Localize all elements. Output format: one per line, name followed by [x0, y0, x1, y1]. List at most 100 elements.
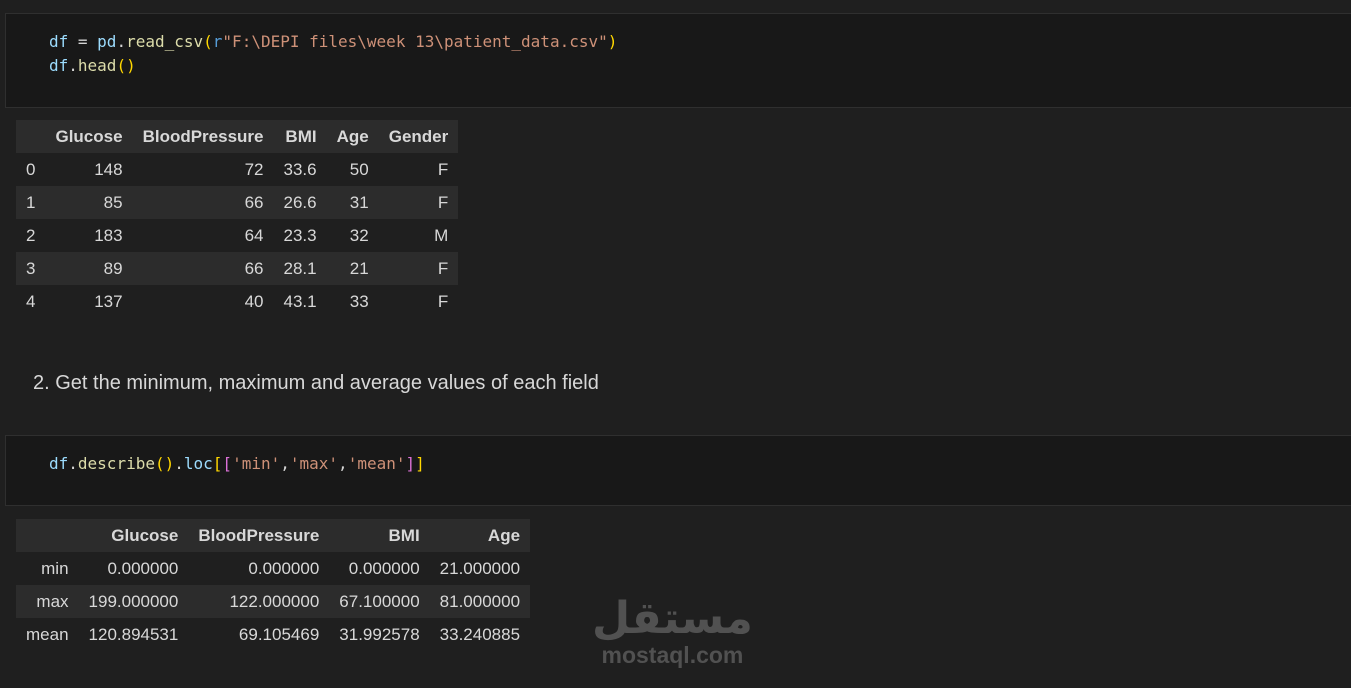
code-token: df: [49, 454, 69, 473]
table-cell: 67.100000: [329, 585, 430, 618]
column-header: [16, 519, 79, 552]
table-cell: 137: [94, 291, 123, 311]
table-cell: 23.3: [283, 225, 317, 245]
table-cell: 0.000000: [248, 558, 320, 578]
watermark-domain: mostaql.com: [601, 642, 744, 668]
code-token: .: [68, 56, 78, 75]
table-cell: F: [437, 159, 449, 179]
watermark-arabic-logo: مستقل: [592, 594, 753, 643]
column-header: Age: [429, 519, 531, 552]
table-cell: 89: [45, 252, 133, 285]
code-token: .: [174, 454, 184, 473]
code-token: head: [77, 56, 117, 75]
table-cell: 21.000000: [439, 558, 521, 578]
table-cell: 81.000000: [429, 585, 531, 618]
code-line-2: df.head(): [49, 56, 136, 75]
table-cell: M: [434, 225, 449, 245]
code-token: ,: [280, 454, 290, 473]
code-token: (): [154, 454, 175, 473]
table-row: 1 85 66 26.6 31 F: [16, 186, 459, 219]
table-row: 2 183 64 23.3 32 M: [16, 219, 458, 252]
code-token: 'mean': [347, 454, 406, 473]
table-cell: F: [378, 252, 459, 285]
column-header: BloodPressure: [188, 519, 330, 552]
code-editor[interactable]: df.describe().loc[['min','max','mean']]: [49, 452, 425, 476]
table-row: 0 148 72 33.6 50 F: [16, 153, 458, 186]
column-header: [16, 120, 46, 153]
row-index: mean: [26, 624, 69, 644]
table-cell: 0.000000: [107, 558, 179, 578]
table-cell: 21: [326, 252, 379, 285]
column-header: Glucose: [45, 120, 133, 153]
code-token: =: [68, 32, 98, 51]
table-cell: 28.1: [273, 252, 327, 285]
code-token: [: [212, 454, 223, 473]
table-cell: 32: [349, 225, 369, 245]
table-cell: 122.000000: [188, 585, 330, 618]
table-cell: 40: [244, 291, 264, 311]
table-row: 3 89 66 28.1 21 F: [16, 252, 459, 285]
code-cell-read-csv[interactable]: df = pd.read_csv(r"F:\DEPI files\week 13…: [5, 13, 1351, 108]
code-token: .: [116, 32, 127, 51]
table-row: min 0.000000 0.000000 0.000000 21.000000: [16, 552, 530, 585]
code-editor[interactable]: df = pd.read_csv(r"F:\DEPI files\week 13…: [49, 30, 617, 78]
code-token: ): [607, 32, 618, 51]
table-cell: 72: [244, 159, 264, 179]
table-header-row: Glucose BloodPressure BMI Age Gender: [16, 120, 459, 153]
table-cell: 183: [94, 225, 123, 245]
table-cell: 120.894531: [88, 624, 179, 644]
table-row: mean 120.894531 69.105469 31.992578 33.2…: [16, 618, 530, 651]
code-token: df: [49, 32, 69, 51]
code-token: r: [212, 32, 223, 51]
table-cell: 43.1: [283, 291, 317, 311]
table-cell: 33.240885: [439, 624, 521, 644]
table-cell: 33: [349, 291, 369, 311]
code-token: ,: [338, 454, 348, 473]
column-header: Gender: [378, 120, 459, 153]
code-token: df: [49, 56, 69, 75]
table-cell: 85: [45, 186, 133, 219]
table-cell: 50: [349, 159, 369, 179]
code-token: .: [68, 454, 78, 473]
head-output-table: Glucose BloodPressure BMI Age Gender 0 1…: [16, 120, 459, 318]
table-cell: 31: [326, 186, 379, 219]
table-cell: 26.6: [273, 186, 327, 219]
table-cell: 31.992578: [339, 624, 420, 644]
markdown-heading: 2. Get the minimum, maximum and average …: [33, 372, 599, 394]
table-cell: F: [378, 186, 459, 219]
mostaql-watermark: مستقل mostaql.com: [592, 594, 753, 669]
code-line-1: df.describe().loc[['min','max','mean']]: [49, 454, 425, 473]
table-cell: 64: [244, 225, 264, 245]
code-line-1: df = pd.read_csv(r"F:\DEPI files\week 13…: [49, 32, 617, 51]
table-row: max 199.000000 122.000000 67.100000 81.0…: [16, 585, 531, 618]
row-index: 3: [16, 252, 46, 285]
row-index: 1: [16, 186, 46, 219]
table-cell: 69.105469: [238, 624, 320, 644]
table-cell: 199.000000: [78, 585, 189, 618]
code-cell-describe[interactable]: df.describe().loc[['min','max','mean']]: [5, 435, 1351, 506]
table-cell: 66: [132, 252, 274, 285]
column-header: BMI: [329, 519, 430, 552]
code-token: 'max': [289, 454, 339, 473]
column-header: Age: [326, 120, 379, 153]
code-token: ]: [415, 454, 425, 473]
code-token: pd: [97, 32, 117, 51]
table-cell: F: [437, 291, 449, 311]
row-index: 2: [26, 225, 36, 245]
code-token: "F:\DEPI files\week 13\patient_data.csv": [222, 32, 608, 51]
code-token: [: [222, 454, 233, 473]
table-cell: 66: [132, 186, 274, 219]
table-header-row: Glucose BloodPressure BMI Age: [16, 519, 531, 552]
table-cell: 0.000000: [348, 558, 420, 578]
row-index: 0: [26, 159, 36, 179]
describe-output-table: Glucose BloodPressure BMI Age min 0.0000…: [16, 519, 531, 651]
column-header: BloodPressure: [132, 120, 274, 153]
code-token: (: [203, 32, 213, 51]
column-header: Glucose: [78, 519, 189, 552]
table-cell: 33.6: [283, 159, 317, 179]
code-token: 'min': [232, 454, 281, 473]
code-token: ]: [405, 454, 416, 473]
code-token: loc: [183, 454, 213, 473]
code-token: (): [116, 56, 136, 75]
column-header: BMI: [273, 120, 327, 153]
